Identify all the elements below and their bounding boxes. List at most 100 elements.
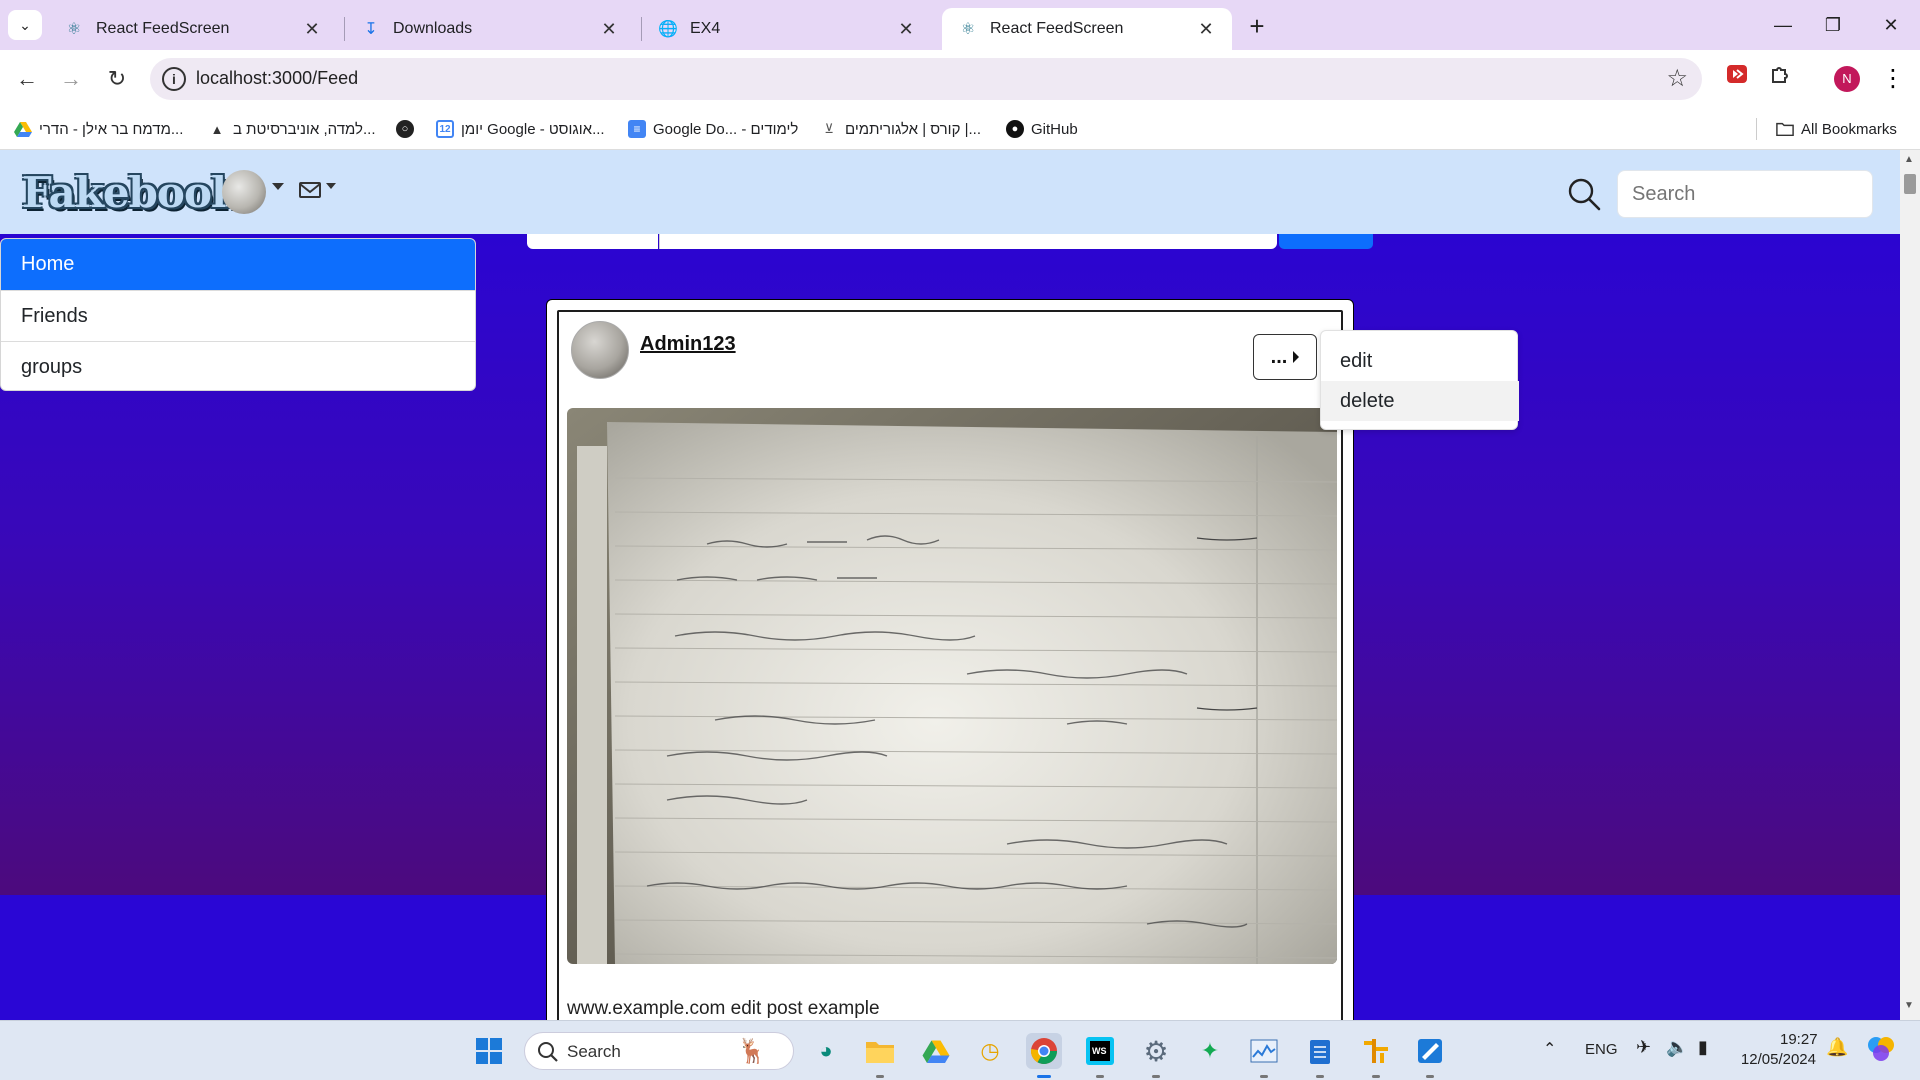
github-icon: ●	[1006, 120, 1024, 138]
post-form-label	[527, 234, 658, 249]
minimize-button[interactable]: —	[1758, 8, 1808, 42]
tab-ex4[interactable]: 🌐 EX4 ✕	[642, 8, 932, 50]
extension-icon[interactable]	[1720, 62, 1754, 96]
settings-gear-icon[interactable]: ⚙	[1138, 1033, 1174, 1078]
bookmark-item[interactable]: ≡ Google Do... - לימודים	[628, 118, 798, 140]
close-window-button[interactable]: ✕	[1866, 8, 1916, 42]
running-indicator	[876, 1075, 884, 1078]
sidebar-item-home[interactable]: Home	[1, 239, 475, 290]
post-author-name[interactable]: Admin123	[640, 333, 736, 356]
tab-search-button[interactable]: ⌄	[8, 10, 42, 40]
windows-start-icon[interactable]	[471, 1033, 507, 1069]
image-editor-icon[interactable]	[1412, 1033, 1448, 1078]
page-scrollbar[interactable]: ▲ ▼	[1900, 150, 1920, 1020]
caret-down-icon[interactable]	[326, 183, 336, 189]
post-image[interactable]	[567, 408, 1337, 964]
notification-bell-icon[interactable]: 🔔	[1826, 1037, 1848, 1058]
bookmark-item[interactable]: 12 יומן Google - אוגוסט...	[436, 118, 605, 140]
extensions-puzzle-icon[interactable]	[1764, 62, 1798, 96]
tab-downloads[interactable]: ↧ Downloads ✕	[345, 8, 635, 50]
site-info-icon[interactable]: i	[162, 67, 186, 91]
scroll-thumb[interactable]	[1904, 174, 1916, 194]
taskbar-search[interactable]: Search 🦌	[524, 1032, 794, 1070]
menu-item-delete[interactable]: delete	[1321, 381, 1519, 421]
app-navbar: Fakebook	[0, 150, 1900, 234]
tab-react-feedscreen-active[interactable]: ⚛ React FeedScreen ✕	[942, 8, 1232, 50]
all-bookmarks-button[interactable]: All Bookmarks	[1776, 118, 1897, 140]
menu-item-edit[interactable]: edit	[1321, 341, 1519, 381]
new-tab-button[interactable]: +	[1240, 12, 1274, 42]
search-icon	[537, 1041, 559, 1068]
profile-avatar[interactable]: N	[1834, 66, 1860, 92]
user-avatar[interactable]	[222, 170, 266, 214]
reload-button[interactable]: ↻	[100, 62, 134, 96]
task-manager-icon[interactable]	[1246, 1033, 1282, 1078]
sidebar-nav: Home Friends groups	[0, 238, 476, 391]
bookmark-label: מדמח בר אילן - הדרי...	[39, 120, 184, 138]
google-drive-icon[interactable]	[918, 1033, 954, 1069]
bookmarks-divider	[1756, 118, 1757, 140]
tab-title: Downloads	[393, 20, 473, 37]
running-indicator	[1372, 1075, 1380, 1078]
volume-icon[interactable]: 🔈	[1666, 1037, 1688, 1058]
copilot-icon[interactable]	[1866, 1033, 1896, 1067]
sidebar-item-groups[interactable]: groups	[1, 341, 475, 390]
restore-button[interactable]: ❐	[1808, 8, 1858, 42]
post-form-input[interactable]	[659, 234, 1277, 249]
bookmark-label: יומן Google - אוגוסט...	[461, 120, 605, 138]
chevron-up-icon[interactable]: ⌃	[1543, 1039, 1556, 1059]
browser-toolbar: ← → ↻ i localhost:3000/Feed ☆ N ⋮	[0, 50, 1920, 108]
language-indicator[interactable]: ENG	[1585, 1041, 1618, 1058]
close-icon[interactable]: ✕	[599, 19, 619, 40]
url-text[interactable]: localhost:3000/Feed	[196, 68, 358, 89]
globe-icon: 🌐	[658, 21, 678, 38]
post-text: www.example.com edit post example	[567, 998, 880, 1019]
bookmark-item[interactable]: ○	[396, 118, 421, 140]
bookmark-label: Google Do... - לימודים	[653, 120, 799, 138]
folder-icon	[1776, 120, 1794, 138]
edge-icon[interactable]: ◕	[808, 1033, 844, 1069]
sidebar-item-friends[interactable]: Friends	[1, 290, 475, 341]
file-explorer-icon[interactable]	[862, 1033, 898, 1078]
search-icon[interactable]	[1566, 176, 1602, 217]
tab-title: React FeedScreen	[96, 20, 230, 37]
bookmark-star-icon[interactable]: ☆	[1666, 64, 1688, 93]
chrome-icon[interactable]	[1026, 1033, 1062, 1078]
battery-icon[interactable]: ▮	[1698, 1037, 1708, 1058]
post-options-button[interactable]: ...	[1253, 334, 1317, 380]
post-author-avatar[interactable]	[571, 321, 629, 379]
notepad-icon[interactable]	[1302, 1033, 1338, 1078]
bookmark-item[interactable]: ▲ למדה, אוניברסיטת ב...	[208, 118, 376, 140]
close-icon[interactable]: ✕	[302, 19, 322, 40]
download-icon: ↧	[364, 21, 378, 38]
running-indicator	[1037, 1075, 1051, 1078]
address-bar[interactable]: i localhost:3000/Feed ☆	[150, 58, 1702, 100]
running-indicator	[1426, 1075, 1434, 1078]
clock-time[interactable]: 19:27	[1780, 1031, 1818, 1048]
bookmark-item[interactable]: ⊻ קורס | אלגוריתמים |...	[820, 118, 981, 140]
caret-down-icon[interactable]	[272, 183, 284, 190]
browser-menu-icon[interactable]: ⋮	[1876, 62, 1910, 96]
webstorm-icon[interactable]: WS	[1082, 1033, 1118, 1078]
clock-app-icon[interactable]: ◷	[972, 1033, 1008, 1069]
bookmark-item[interactable]: ● GitHub	[1006, 118, 1078, 140]
google-calendar-icon: 12	[436, 120, 454, 138]
forward-button[interactable]: →	[54, 62, 88, 96]
airplane-icon[interactable]: ✈	[1636, 1037, 1651, 1058]
bookmark-item[interactable]: מדמח בר אילן - הדרי...	[14, 118, 183, 140]
post-card: Admin123 ... www.example.com edit post e…	[546, 299, 1354, 1020]
back-button[interactable]: ←	[10, 62, 44, 96]
tool-app-icon[interactable]	[1358, 1033, 1394, 1078]
tab-react-feedscreen-1[interactable]: ⚛ React FeedScreen ✕	[48, 8, 338, 50]
fakebook-logo[interactable]: Fakebook	[22, 168, 240, 217]
close-icon[interactable]: ✕	[1196, 19, 1216, 40]
scroll-up-icon[interactable]: ▲	[1904, 154, 1914, 165]
search-input[interactable]	[1617, 170, 1873, 218]
post-form-submit-button[interactable]	[1279, 234, 1373, 249]
mongodb-icon[interactable]: ✦	[1192, 1033, 1228, 1069]
clock-date[interactable]: 12/05/2024	[1734, 1051, 1816, 1068]
close-icon[interactable]: ✕	[896, 19, 916, 40]
tab-title: React FeedScreen	[990, 20, 1124, 37]
envelope-icon[interactable]	[298, 180, 322, 205]
scroll-down-icon[interactable]: ▼	[1904, 1000, 1914, 1011]
